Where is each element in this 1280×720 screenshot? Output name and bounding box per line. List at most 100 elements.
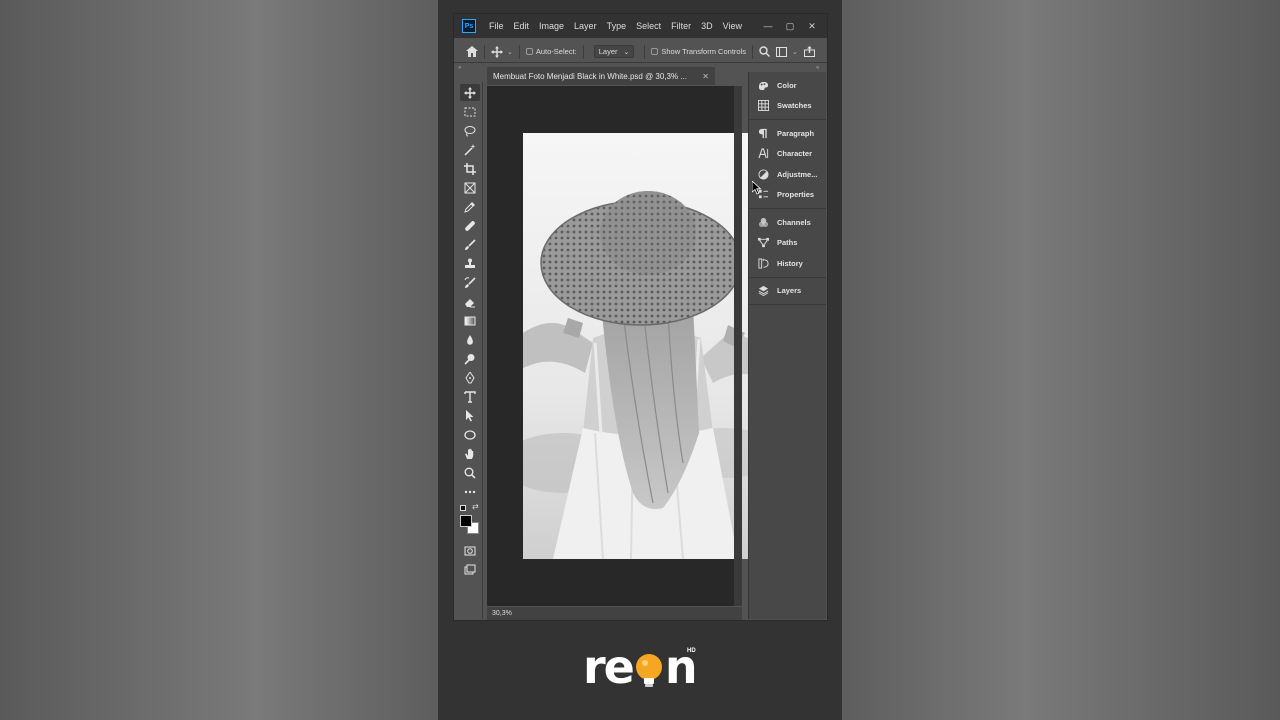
maximize-button[interactable]: ▢ (779, 21, 801, 32)
lightbulb-icon (635, 654, 662, 687)
history-icon (757, 257, 769, 269)
panel-character[interactable]: Character (749, 144, 826, 165)
pilcrow-icon (757, 127, 769, 139)
grid-icon (757, 100, 769, 112)
brush-tool-icon[interactable] (460, 236, 480, 253)
home-icon[interactable] (466, 46, 478, 57)
zoom-level[interactable]: 30,3% (492, 610, 512, 617)
chevron-down-icon[interactable]: ⌄ (792, 48, 798, 56)
options-bar: ⌄ Auto-Select: Layer ⌄ Show Transform Co… (454, 41, 827, 63)
search-icon[interactable] (759, 46, 770, 57)
mouse-cursor-icon (752, 181, 762, 195)
panel-label: Paths (777, 238, 798, 248)
menu-edit[interactable]: Edit (514, 21, 530, 31)
character-icon (757, 148, 769, 160)
panel-label: Color (777, 80, 797, 90)
screen-mode-icon[interactable] (460, 561, 480, 578)
menu-file[interactable]: File (489, 21, 504, 31)
panel-paragraph[interactable]: Paragraph (749, 123, 826, 144)
document-tab[interactable]: Membuat Foto Menjadi Black in White.psd … (487, 67, 715, 85)
panel-color[interactable]: Color (749, 75, 826, 96)
vertical-scrollbar[interactable] (734, 86, 742, 606)
move-tool-icon[interactable] (459, 84, 480, 101)
layer-select-value: Layer (598, 47, 618, 56)
close-document-icon[interactable]: ✕ (702, 72, 709, 81)
status-bar: 30,3% (487, 607, 742, 620)
show-transform-label: Show Transform Controls (661, 47, 746, 56)
document-title: Membuat Foto Menjadi Black in White.psd … (493, 71, 687, 81)
menu-type[interactable]: Type (607, 21, 627, 31)
default-colors-icon[interactable] (460, 505, 466, 511)
menu-filter[interactable]: Filter (671, 21, 691, 31)
menu-select[interactable]: Select (636, 21, 661, 31)
move-tool-preset-icon[interactable] (491, 45, 503, 58)
dodge-tool-icon[interactable] (460, 350, 480, 367)
chevron-down-icon: ⌄ (623, 48, 630, 56)
panel-label: Swatches (777, 101, 812, 111)
channels-icon (757, 216, 769, 228)
lasso-tool-icon[interactable] (460, 122, 480, 139)
auto-select-label: Auto-Select: (535, 47, 577, 56)
close-button[interactable]: ✕ (801, 21, 823, 32)
marquee-tool-icon[interactable] (460, 103, 480, 120)
menu-bar: Ps File Edit Image Layer Type Select Fil… (454, 14, 827, 38)
menu-view[interactable]: View (723, 21, 742, 31)
adjustments-icon (757, 168, 769, 180)
panel-swatches[interactable]: Swatches (749, 96, 826, 117)
menu-layer[interactable]: Layer (574, 21, 597, 31)
chevron-down-icon[interactable]: ⌄ (507, 48, 513, 56)
menu-image[interactable]: Image (539, 21, 564, 31)
canvas-photo (523, 133, 763, 559)
logo-text-left: re (583, 640, 635, 694)
color-wheel-icon (757, 79, 769, 91)
history-brush-tool-icon[interactable] (460, 274, 480, 291)
share-icon[interactable] (803, 46, 815, 57)
workspace-icon[interactable] (776, 46, 787, 57)
ellipse-tool-icon[interactable] (460, 426, 480, 443)
color-swatches: ⇄ (457, 502, 482, 540)
panel-history[interactable]: History (749, 253, 826, 274)
panel-label: Properties (777, 190, 815, 200)
healing-brush-tool-icon[interactable] (460, 217, 480, 234)
panel-label: Character (777, 149, 813, 159)
magic-wand-tool-icon[interactable] (460, 141, 480, 158)
panel-group-text: Paragraph Character Adjustme... Properti… (749, 120, 826, 209)
photoshop-window: Ps File Edit Image Layer Type Select Fil… (453, 13, 828, 621)
panel-label: Channels (777, 217, 811, 227)
eyedropper-tool-icon[interactable] (460, 198, 480, 215)
hand-tool-icon[interactable] (460, 445, 480, 462)
path-selection-tool-icon[interactable] (460, 407, 480, 424)
foreground-color-swatch[interactable] (460, 515, 472, 527)
auto-select-checkbox[interactable] (525, 48, 533, 55)
photoshop-logo-icon: Ps (462, 19, 476, 33)
collapse-left-icon[interactable]: » (458, 65, 461, 73)
pen-tool-icon[interactable] (460, 369, 480, 386)
gradient-tool-icon[interactable] (460, 312, 480, 329)
blur-tool-icon[interactable] (460, 331, 480, 348)
logo-hd-badge: HD (687, 648, 696, 654)
type-tool-icon[interactable] (460, 388, 480, 405)
more-tools-icon[interactable] (460, 483, 480, 500)
eraser-tool-icon[interactable] (460, 293, 480, 310)
quick-mask-icon[interactable] (460, 542, 480, 559)
panel-group-color: Color Swatches (749, 72, 826, 120)
layer-group-select[interactable]: Layer ⌄ (593, 45, 635, 58)
crop-tool-icon[interactable] (460, 160, 480, 177)
panel-channels[interactable]: Channels (749, 212, 826, 233)
show-transform-checkbox[interactable] (651, 48, 659, 55)
collapsed-panels-dock: Color Swatches Paragraph Character Adjus… (748, 72, 826, 619)
panel-paths[interactable]: Paths (749, 233, 826, 254)
canvas-area[interactable] (487, 86, 763, 606)
minimize-button[interactable]: — (757, 21, 779, 31)
menu-3d[interactable]: 3D (701, 21, 713, 31)
clone-stamp-tool-icon[interactable] (460, 255, 480, 272)
panel-group-layers: Layers (749, 278, 826, 305)
swap-colors-icon[interactable]: ⇄ (472, 502, 479, 511)
panel-label: Paragraph (777, 128, 815, 138)
panel-label: History (777, 258, 803, 268)
zoom-tool-icon[interactable] (460, 464, 480, 481)
panel-layers[interactable]: Layers (749, 281, 826, 302)
frame-tool-icon[interactable] (460, 179, 480, 196)
panel-group-channels: Channels Paths History (749, 209, 826, 278)
tools-panel: ⇄ (457, 82, 483, 619)
